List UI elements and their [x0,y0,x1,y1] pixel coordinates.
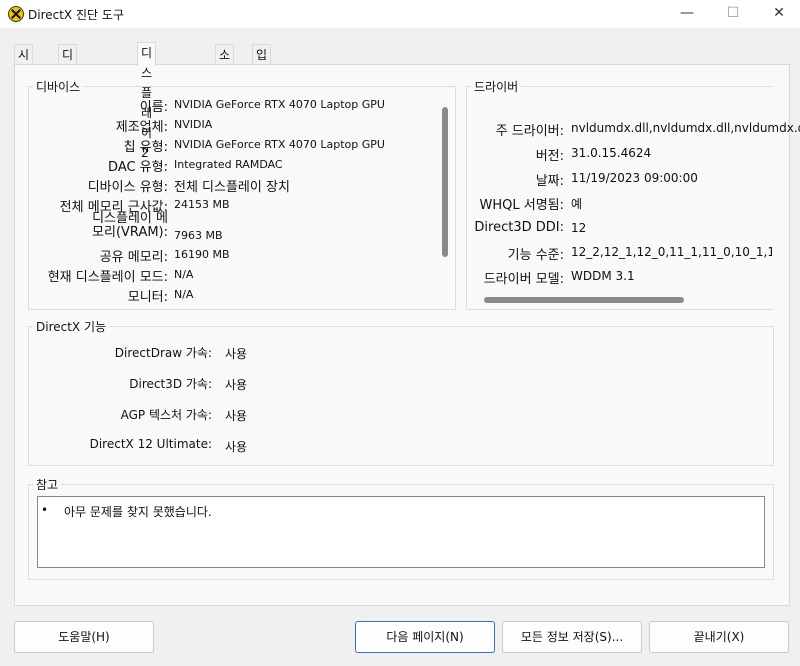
device-value: NVIDIA GeForce RTX 4070 Laptop GPU [174,98,385,111]
notes-text: 아무 문제를 찾지 못했습니다. [64,505,212,519]
driver-value: 12 [571,221,587,235]
device-value: 24153 MB [174,198,230,211]
help-button[interactable]: 도움말(H) [14,621,154,653]
driver-label: 드라이버 모델: [483,272,564,287]
device-value: N/A [174,288,194,301]
feature-value: 사용 [225,440,248,454]
driver-value: 12_2,12_1,12_0,11_1,11_0,10_1,10_0,9 [571,245,772,259]
driver-value: 31.0.15.4624 [571,146,652,160]
device-value: N/A [174,268,194,281]
tab-display-1[interactable]: 디스플레이 1 [58,44,78,162]
feature-value: 사용 [225,378,248,392]
feature-label: AGP 텍스처 가속: [120,408,212,422]
driver-value: 11/19/2023 09:00:00 [571,171,698,185]
device-group-title: 디바이스 [33,78,84,95]
driver-label: 주 드라이버: [495,124,564,139]
notes-group-title: 참고 [33,476,62,493]
device-value: 7963 MB [174,229,223,242]
feature-label: Direct3D 가속: [129,377,212,391]
feature-value: 사용 [225,347,248,361]
driver-value: WDDM 3.1 [571,269,635,283]
features-group-title: DirectX 기능 [33,318,110,335]
driver-label: WHQL 서명됨: [479,198,565,213]
feature-value: 사용 [225,409,248,423]
device-vertical-scrollbar[interactable] [442,107,448,257]
directx-app-icon [8,6,24,22]
device-label: 디스플레이 메모리(VRAM): [92,211,168,240]
driver-label: 기능 수준: [507,248,564,262]
tab-sound[interactable]: 소리 [215,44,235,82]
driver-label: Direct3D DDI: [474,220,564,235]
save-all-info-button[interactable]: 모든 정보 저장(S)... [502,621,642,653]
minimize-button[interactable]: — [664,0,710,28]
device-value: NVIDIA GeForce RTX 4070 Laptop GPU [174,138,385,151]
maximize-button[interactable]: ☐ [710,0,756,28]
device-label: 공유 메모리: [99,250,168,265]
tab-system[interactable]: 시스템 [14,44,34,102]
device-value: 전체 디스플레이 장치 [174,180,290,195]
driver-label: 날짜: [535,174,564,189]
notes-textbox[interactable]: • 아무 문제를 찾지 못했습니다. [37,496,765,568]
device-value: 16190 MB [174,248,230,261]
device-value: NVIDIA [174,118,213,131]
feature-label: DirectX 12 Ultimate: [89,437,212,451]
device-label: 현재 디스플레이 모드: [47,270,168,285]
driver-label: 버전: [535,149,564,164]
device-label: 디바이스 유형: [87,180,168,195]
tab-input[interactable]: 입력 [252,44,272,82]
exit-button[interactable]: 끝내기(X) [649,621,789,653]
driver-horizontal-scrollbar[interactable] [484,297,684,303]
driver-row-feature-levels: 기능 수준: 12_2,12_1,12_0,11_1,11_0,10_1,10_… [466,244,772,262]
driver-value: 예 [571,197,583,211]
title-bar: DirectX 진단 도구 — ☐ ✕ [0,0,800,28]
window-title: DirectX 진단 도구 [28,8,124,22]
tab-display-2[interactable]: 디스플레이 2 [137,42,157,160]
device-value: Integrated RAMDAC [174,158,283,171]
notes-bullet: • [41,503,49,517]
next-page-button[interactable]: 다음 페이지(N) [355,621,495,653]
device-label: 모니터: [127,290,168,305]
close-button[interactable]: ✕ [756,0,800,28]
driver-group-title: 드라이버 [471,78,522,95]
feature-label: DirectDraw 가속: [114,346,212,360]
driver-value: nvldumdx.dll,nvldumdx.dll,nvldumdx.d [571,121,800,135]
